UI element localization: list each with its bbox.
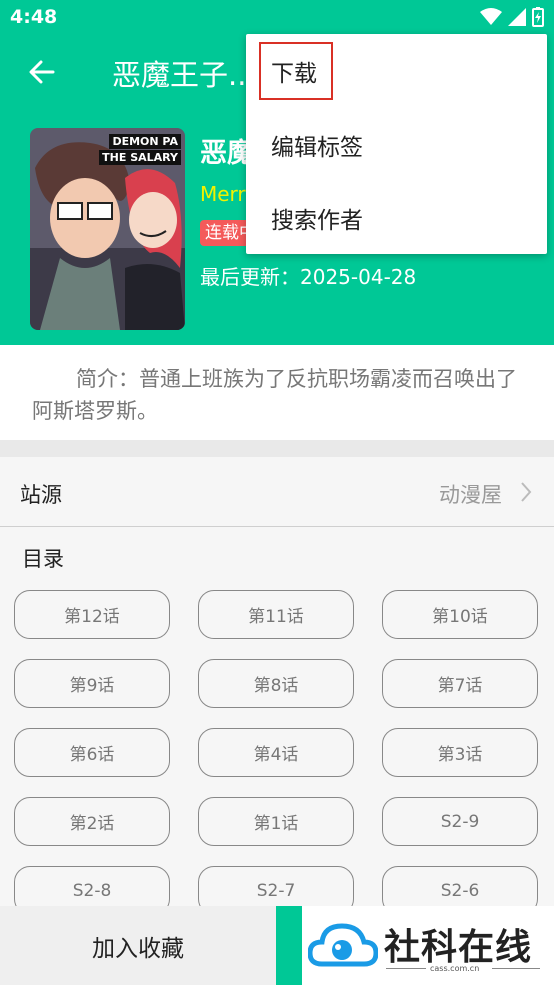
chapter-button[interactable]: 第11话 (198, 590, 354, 639)
menu-item-search-author[interactable]: 搜索作者 (246, 181, 547, 255)
section-divider (0, 440, 554, 457)
status-icons (480, 7, 544, 27)
chapter-button[interactable]: 第12话 (14, 590, 170, 639)
chapter-button[interactable]: 第2话 (14, 797, 170, 846)
status-bar: 4:48 (0, 0, 554, 36)
signal-icon (508, 8, 526, 26)
chevron-right-icon (521, 482, 532, 502)
toolbar-title: 恶魔王子... (112, 58, 256, 92)
chapter-button[interactable]: 第10话 (382, 590, 538, 639)
cloud-eye-logo-icon (308, 923, 378, 967)
chapter-button[interactable]: 第8话 (198, 659, 354, 708)
source-value: 动漫屋 (439, 483, 502, 507)
chapter-button[interactable]: 第6话 (14, 728, 170, 777)
menu-item-label: 编辑标签 (271, 135, 363, 161)
catalog-label: 目录 (22, 547, 64, 571)
source-label: 站源 (20, 483, 62, 507)
chapter-button[interactable]: 第1话 (198, 797, 354, 846)
chapter-button[interactable]: 第4话 (198, 728, 354, 777)
back-button[interactable] (22, 54, 62, 90)
chapter-button[interactable]: 第3话 (382, 728, 538, 777)
chapter-button[interactable]: 第7话 (382, 659, 538, 708)
add-favorite-button[interactable]: 加入收藏 (0, 906, 276, 985)
cover-title-line2: THE SALARY (99, 150, 181, 165)
cover-title-line1: DEMON PA (109, 134, 181, 149)
comic-cover[interactable]: DEMON PA THE SALARY (30, 128, 185, 330)
menu-item-label: 搜索作者 (271, 208, 363, 234)
overflow-menu: 下载 编辑标签 搜索作者 (246, 34, 547, 254)
watermark: 社科在线 cass.com.cn (302, 906, 554, 985)
watermark-rule (386, 968, 426, 969)
chapter-grid: 第12话 第11话 第10话 第9话 第8话 第7话 第6话 第4话 第3话 第… (14, 590, 544, 915)
status-time: 4:48 (10, 6, 58, 28)
arrow-left-icon (29, 60, 55, 84)
menu-item-download[interactable]: 下载 (246, 34, 547, 108)
chapter-button[interactable]: S2-9 (382, 797, 538, 846)
watermark-rule (492, 968, 540, 969)
highlight-box (259, 42, 333, 100)
comic-intro: 简介：普通上班族为了反抗职场霸凌而召唤出了阿斯塔罗斯。 (0, 345, 554, 440)
wifi-icon (480, 8, 502, 25)
last-update: 最后更新：2025-04-28 (200, 265, 417, 289)
menu-item-edit-tags[interactable]: 编辑标签 (246, 108, 547, 182)
watermark-text: 社科在线 (384, 926, 533, 968)
watermark-url: cass.com.cn (430, 964, 480, 973)
battery-icon (532, 7, 544, 27)
chapter-button[interactable]: 第9话 (14, 659, 170, 708)
source-row[interactable]: 站源 动漫屋 (0, 457, 554, 527)
